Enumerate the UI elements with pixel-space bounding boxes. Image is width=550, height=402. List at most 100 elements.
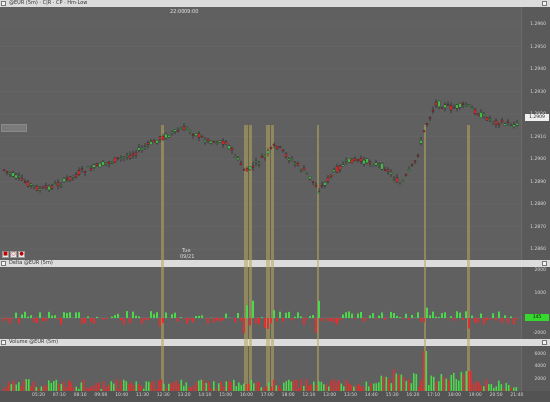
candle-body xyxy=(170,131,174,134)
candle-body xyxy=(332,169,336,172)
candle-body xyxy=(80,168,84,170)
candle-body xyxy=(119,157,123,159)
delta-bar xyxy=(363,318,365,322)
candle-body xyxy=(101,161,105,166)
delta-bar xyxy=(432,311,434,318)
candle-body xyxy=(392,178,396,180)
candle-body xyxy=(116,157,120,159)
candle-body xyxy=(53,183,57,185)
volume-bar xyxy=(8,382,10,391)
volume-bar xyxy=(195,382,198,391)
delta-bar xyxy=(36,318,38,324)
delta-bar xyxy=(129,318,131,324)
candle-body xyxy=(515,122,519,126)
volume-bar xyxy=(500,384,503,391)
volume-bar xyxy=(290,381,293,391)
volume-bar xyxy=(445,378,448,391)
delta-bar xyxy=(261,317,263,318)
delta-tick-label: -2000 xyxy=(532,331,546,336)
volume-bar xyxy=(380,375,383,391)
delta-bar xyxy=(348,311,350,318)
volume-bar xyxy=(505,382,508,391)
candle-body xyxy=(65,177,69,180)
delta-bar xyxy=(489,318,491,320)
candle-body xyxy=(467,104,471,106)
candle-body xyxy=(491,121,495,123)
candle-body xyxy=(476,113,480,116)
delta-bar xyxy=(198,315,200,318)
candle-body xyxy=(47,185,51,191)
zoom-icon[interactable]: ○ xyxy=(10,251,17,258)
volume-bar xyxy=(488,384,490,391)
candle-body xyxy=(500,119,504,123)
candle-body xyxy=(338,165,342,171)
highlight-bar xyxy=(317,125,319,391)
delta-bar xyxy=(276,318,278,322)
delta-bar xyxy=(111,316,113,318)
candle-body xyxy=(386,169,390,172)
time-tick-label: 12:10 xyxy=(302,393,316,398)
delta-bar xyxy=(501,318,503,323)
delta-bar xyxy=(258,318,260,325)
volume-bar xyxy=(383,376,385,391)
volume-bar xyxy=(455,379,458,391)
volume-bar xyxy=(175,380,178,391)
time-tick-label: 15:00 xyxy=(219,393,233,398)
delta-bar xyxy=(237,313,239,318)
delta-bar xyxy=(342,314,344,318)
delta-bar xyxy=(339,318,341,321)
candle-body xyxy=(14,174,18,179)
delta-bar xyxy=(45,318,47,321)
delta-bar xyxy=(429,315,431,318)
volume-bar xyxy=(433,376,435,391)
candle-body xyxy=(320,185,324,187)
candle-body xyxy=(269,146,273,149)
volume-bar xyxy=(423,351,425,391)
delta-bar xyxy=(186,318,188,324)
delta-bar xyxy=(450,316,452,318)
volume-bar xyxy=(395,373,398,391)
volume-bar xyxy=(213,381,215,391)
delta-bar xyxy=(270,318,272,324)
volume-bar xyxy=(273,379,275,391)
delta-bar xyxy=(399,317,401,318)
candle-body xyxy=(41,186,45,189)
delta-bar xyxy=(387,318,389,319)
candle-body xyxy=(410,163,414,166)
candle-body xyxy=(362,159,366,165)
delta-value-tag: 145 xyxy=(525,314,549,321)
price-tick-label: 1.2940 xyxy=(530,67,546,72)
candle-body xyxy=(164,133,168,139)
candle-body xyxy=(317,191,321,193)
volume-bar xyxy=(163,383,165,391)
price-tick-label: 1.2860 xyxy=(530,247,546,252)
delta-bar xyxy=(300,316,302,318)
time-tick-label: 05:20 xyxy=(32,393,45,398)
date-date-label: 09/21 xyxy=(180,254,195,260)
delta-bar xyxy=(138,316,140,318)
highlight-bar xyxy=(244,125,248,391)
volume-bar xyxy=(448,380,450,391)
volume-bar xyxy=(173,382,175,391)
time-tick-label: 12:30 xyxy=(156,393,170,398)
session-label-2: 09:00 xyxy=(184,9,199,15)
delta-bar xyxy=(93,318,95,324)
volume-bar xyxy=(310,384,313,391)
delta-bar xyxy=(84,318,86,324)
delta-bar xyxy=(453,318,455,321)
time-tick-label: 11:30 xyxy=(136,393,149,398)
candle-body xyxy=(260,155,264,159)
candle-body xyxy=(431,109,435,112)
delta-bar xyxy=(495,318,497,321)
candle-body xyxy=(248,166,252,170)
settings-icon[interactable]: ● xyxy=(18,251,25,258)
volume-bar xyxy=(198,380,200,391)
candle-body xyxy=(131,153,135,156)
candle-body xyxy=(299,169,303,171)
lock-icon[interactable]: ■ xyxy=(2,251,9,258)
price-tick-label: 1.2900 xyxy=(530,157,546,162)
volume-bar xyxy=(393,369,395,391)
candle-body xyxy=(305,171,309,174)
volume-bar xyxy=(443,376,445,391)
volume-tick-label: 4000 xyxy=(534,364,546,369)
